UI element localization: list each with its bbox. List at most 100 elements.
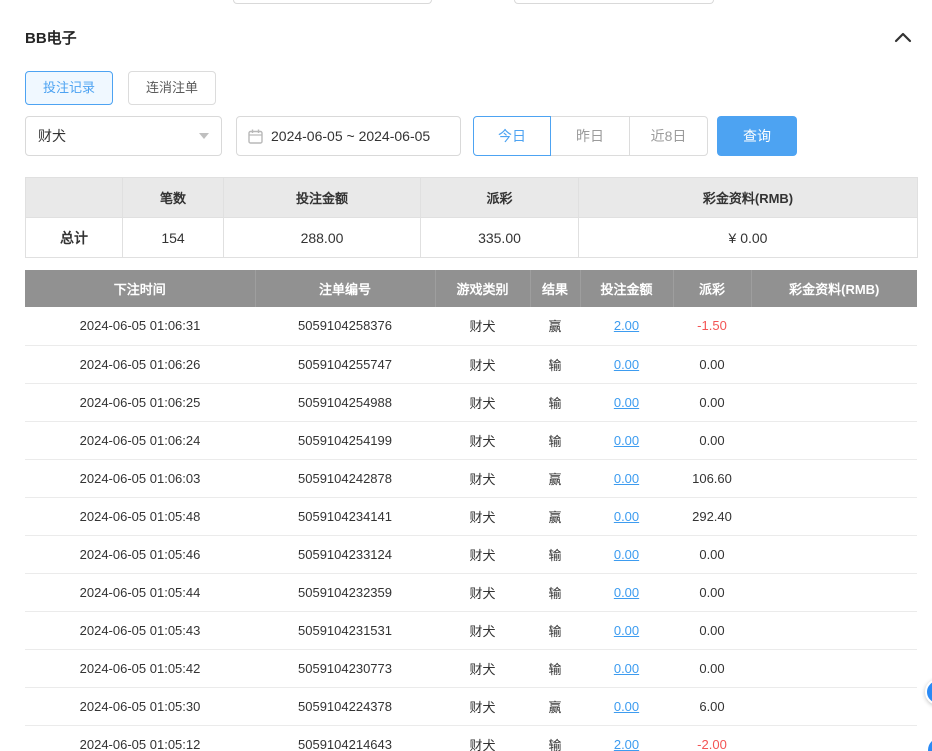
game-select[interactable]: 财犬 <box>25 116 222 156</box>
bet-amount-link[interactable]: 0.00 <box>614 699 639 714</box>
result-cell: 输 <box>530 573 580 611</box>
bet-amount-cell: 0.00 <box>580 497 673 535</box>
record-row: 2024-06-05 01:06:265059104255747财犬输0.000… <box>25 345 917 383</box>
bet-amount-cell: 0.00 <box>580 459 673 497</box>
bet-amount-cell: 0.00 <box>580 345 673 383</box>
bet-amount-cell: 0.00 <box>580 687 673 725</box>
quick-today-button[interactable]: 今日 <box>473 116 551 156</box>
summary-header-count: 笔数 <box>123 178 224 218</box>
game-type-cell: 财犬 <box>435 383 530 421</box>
quick-date-button-group: 今日 昨日 近8日 <box>473 116 708 156</box>
record-row: 2024-06-05 01:06:315059104258376财犬赢2.00-… <box>25 307 917 345</box>
bet-time-cell: 2024-06-05 01:06:03 <box>25 459 255 497</box>
chevron-up-icon <box>894 31 912 43</box>
records-header-bonus: 彩金资料(RMB) <box>751 270 917 307</box>
summary-header-bet: 投注金额 <box>224 178 421 218</box>
bet-amount-cell: 2.00 <box>580 307 673 345</box>
bet-amount-cell: 0.00 <box>580 421 673 459</box>
chevron-down-icon <box>199 133 209 139</box>
record-row: 2024-06-05 01:05:425059104230773财犬输0.000… <box>25 649 917 687</box>
summary-table: 笔数 投注金额 派彩 彩金资料(RMB) 总计 154 288.00 335.0… <box>25 177 918 258</box>
section-header: BB电子 <box>25 28 917 46</box>
bet-amount-link[interactable]: 0.00 <box>614 623 639 638</box>
page: BB电子 投注记录 连消注单 财犬 <box>0 0 932 751</box>
quick-yesterday-button[interactable]: 昨日 <box>550 116 630 156</box>
bet-amount-cell: 0.00 <box>580 649 673 687</box>
bonus-cell <box>751 725 917 751</box>
game-type-cell: 财犬 <box>435 725 530 751</box>
game-type-cell: 财犬 <box>435 535 530 573</box>
result-cell: 输 <box>530 649 580 687</box>
bonus-cell <box>751 345 917 383</box>
payout-cell: -1.50 <box>673 307 751 345</box>
bet-time-cell: 2024-06-05 01:06:26 <box>25 345 255 383</box>
tab-bet-records[interactable]: 投注记录 <box>25 71 113 105</box>
bonus-cell <box>751 383 917 421</box>
bet-amount-link[interactable]: 0.00 <box>614 661 639 676</box>
records-header-payout: 派彩 <box>673 270 751 307</box>
bet-amount-link[interactable]: 0.00 <box>614 471 639 486</box>
payout-cell: 0.00 <box>673 535 751 573</box>
game-type-cell: 财犬 <box>435 687 530 725</box>
order-id-cell: 5059104232359 <box>255 573 435 611</box>
order-id-cell: 5059104258376 <box>255 307 435 345</box>
bet-time-cell: 2024-06-05 01:05:43 <box>25 611 255 649</box>
order-id-cell: 5059104224378 <box>255 687 435 725</box>
summary-header-payout: 派彩 <box>421 178 579 218</box>
page-title: BB电子 <box>25 27 77 48</box>
bonus-cell <box>751 459 917 497</box>
query-button[interactable]: 查询 <box>717 116 797 156</box>
quick-last8days-button[interactable]: 近8日 <box>629 116 708 156</box>
summary-header-row: 笔数 投注金额 派彩 彩金资料(RMB) <box>26 178 918 218</box>
bet-amount-link[interactable]: 2.00 <box>614 737 639 751</box>
records-header-order-id: 注单编号 <box>255 270 435 307</box>
records-header-bet-amount: 投注金额 <box>580 270 673 307</box>
bet-time-cell: 2024-06-05 01:06:25 <box>25 383 255 421</box>
order-id-cell: 5059104255747 <box>255 345 435 383</box>
records-header-game-type: 游戏类别 <box>435 270 530 307</box>
game-type-cell: 财犬 <box>435 497 530 535</box>
result-cell: 输 <box>530 421 580 459</box>
bet-amount-cell: 0.00 <box>580 383 673 421</box>
bonus-cell <box>751 611 917 649</box>
record-row: 2024-06-05 01:05:445059104232359财犬输0.000… <box>25 573 917 611</box>
date-range-input[interactable]: 2024-06-05 ~ 2024-06-05 <box>236 116 461 156</box>
summary-total-bet: 288.00 <box>224 218 421 258</box>
bet-time-cell: 2024-06-05 01:05:42 <box>25 649 255 687</box>
summary-total-payout: 335.00 <box>421 218 579 258</box>
payout-cell: 106.60 <box>673 459 751 497</box>
bonus-cell <box>751 421 917 459</box>
record-row: 2024-06-05 01:06:255059104254988财犬输0.000… <box>25 383 917 421</box>
bet-time-cell: 2024-06-05 01:06:24 <box>25 421 255 459</box>
bet-amount-link[interactable]: 0.00 <box>614 547 639 562</box>
bet-time-cell: 2024-06-05 01:05:46 <box>25 535 255 573</box>
bet-time-cell: 2024-06-05 01:05:48 <box>25 497 255 535</box>
summary-total-row: 总计 154 288.00 335.00 ¥ 0.00 <box>26 218 918 258</box>
bet-amount-link[interactable]: 0.00 <box>614 433 639 448</box>
game-type-cell: 财犬 <box>435 611 530 649</box>
tab-cancelled-orders[interactable]: 连消注单 <box>128 71 216 105</box>
top-partial-input-right[interactable] <box>514 0 714 4</box>
date-range-value: 2024-06-05 ~ 2024-06-05 <box>271 128 430 144</box>
payout-cell: 0.00 <box>673 649 751 687</box>
order-id-cell: 5059104242878 <box>255 459 435 497</box>
result-cell: 赢 <box>530 307 580 345</box>
collapse-section-button[interactable] <box>894 31 912 43</box>
bet-amount-cell: 2.00 <box>580 725 673 751</box>
bet-time-cell: 2024-06-05 01:05:44 <box>25 573 255 611</box>
records-table: 下注时间 注单编号 游戏类别 结果 投注金额 派彩 彩金资料(RMB) 2024… <box>25 270 917 751</box>
bet-amount-link[interactable]: 0.00 <box>614 357 639 372</box>
bet-amount-link[interactable]: 0.00 <box>614 585 639 600</box>
summary-header-empty <box>26 178 123 218</box>
result-cell: 输 <box>530 725 580 751</box>
game-type-cell: 财犬 <box>435 573 530 611</box>
bet-amount-link[interactable]: 0.00 <box>614 395 639 410</box>
payout-cell: 0.00 <box>673 345 751 383</box>
result-cell: 赢 <box>530 459 580 497</box>
bet-amount-link[interactable]: 2.00 <box>614 318 639 333</box>
record-row: 2024-06-05 01:05:435059104231531财犬输0.000… <box>25 611 917 649</box>
top-partial-input-left[interactable] <box>233 0 432 4</box>
payout-cell: 0.00 <box>673 421 751 459</box>
bet-amount-link[interactable]: 0.00 <box>614 509 639 524</box>
record-row: 2024-06-05 01:05:305059104224378财犬赢0.006… <box>25 687 917 725</box>
